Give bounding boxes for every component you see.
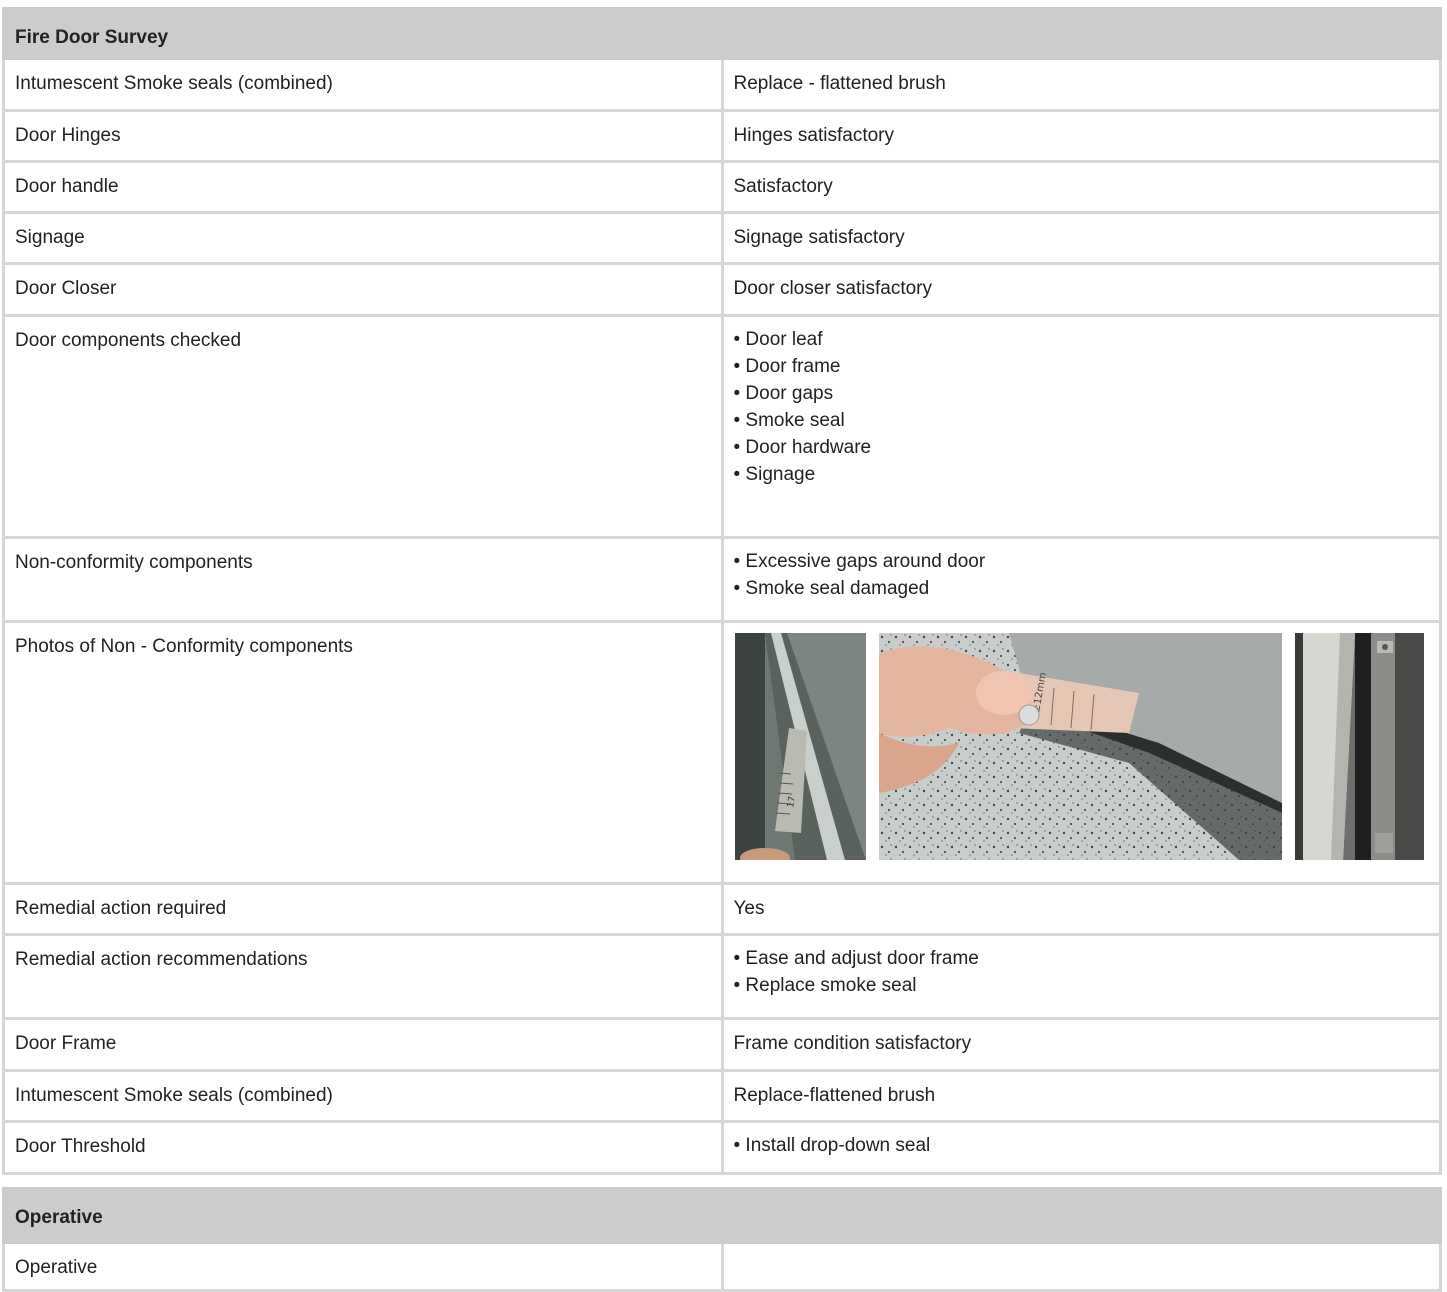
row-value: Door closer satisfactory — [720, 262, 1442, 317]
table-row: Door Frame Frame condition satisfactory — [2, 1017, 1442, 1072]
row-label: Intumescent Smoke seals (combined) — [2, 1069, 724, 1123]
table-row: Door components checked • Door leaf • Do… — [2, 314, 1442, 539]
row-label: Remedial action recommendations — [2, 933, 724, 1020]
fire-door-survey-table: Fire Door Survey Intumescent Smoke seals… — [2, 7, 1442, 1175]
list-item: • Smoke seal damaged — [733, 578, 930, 599]
table-row: Remedial action recommendations • Ease a… — [2, 933, 1442, 1020]
table-row: Door Hinges Hinges satisfactory — [2, 109, 1442, 163]
row-value: Satisfactory — [720, 160, 1442, 214]
row-value-list: • Ease and adjust door frame • Replace s… — [720, 933, 1442, 1020]
table-row: Intumescent Smoke seals (combined) Repla… — [2, 1069, 1442, 1123]
row-label: Operative — [2, 1241, 724, 1292]
row-label: Door handle — [2, 160, 724, 214]
list-item: • Install drop-down seal — [733, 1135, 931, 1156]
table-row: Non-conformity components • Excessive ga… — [2, 536, 1442, 623]
row-value: Hinges satisfactory — [720, 109, 1442, 163]
row-value: Replace-flattened brush — [720, 1069, 1442, 1123]
section-title: Operative — [2, 1187, 1442, 1244]
photos-cell: 17 ±12mm — [720, 620, 1442, 885]
row-value: Frame condition satisfactory — [720, 1017, 1442, 1072]
section-title: Fire Door Survey — [2, 7, 1442, 60]
table-row: Operative — [2, 1241, 1442, 1292]
table-row: Photos of Non - Conformity components 17… — [2, 620, 1442, 885]
table-row: Door Threshold • Install drop-down seal — [2, 1120, 1442, 1175]
row-label: Signage — [2, 211, 724, 265]
table-row: Remedial action required Yes — [2, 882, 1442, 936]
row-label: Door components checked — [2, 314, 724, 539]
row-value-list: • Excessive gaps around door • Smoke sea… — [720, 536, 1442, 623]
table-row: Door handle Satisfactory — [2, 160, 1442, 214]
table-row: Door Closer Door closer satisfactory — [2, 262, 1442, 317]
row-value — [720, 1241, 1442, 1292]
row-label: Non-conformity components — [2, 536, 724, 623]
row-label: Photos of Non - Conformity components — [2, 620, 724, 885]
list-item: • Replace smoke seal — [733, 975, 917, 996]
row-value: Yes — [720, 882, 1442, 936]
row-value: Replace - flattened brush — [720, 57, 1442, 112]
row-label: Intumescent Smoke seals (combined) — [2, 57, 724, 112]
ruler-text: 17 — [786, 796, 798, 809]
row-label: Door Closer — [2, 262, 724, 317]
row-label: Door Hinges — [2, 109, 724, 163]
operative-table: Operative Operative — [2, 1187, 1442, 1292]
row-value-list: • Door leaf • Door frame • Door gaps • S… — [720, 314, 1442, 539]
section-header: Fire Door Survey — [2, 7, 1442, 60]
section-header: Operative — [2, 1187, 1442, 1244]
photo-door-frame[interactable] — [1294, 633, 1424, 860]
table-row: Signage Signage satisfactory — [2, 211, 1442, 265]
photo-gallery: 17 ±12mm — [734, 633, 1430, 860]
row-value: Signage satisfactory — [720, 211, 1442, 265]
photo-door-gap-1[interactable]: 17 — [734, 633, 866, 860]
photo-door-gap-2[interactable]: ±12mm — [878, 633, 1282, 860]
row-value-list: • Install drop-down seal — [720, 1120, 1442, 1175]
row-label: Door Frame — [2, 1017, 724, 1072]
row-label: Door Threshold — [2, 1120, 724, 1175]
table-row: Intumescent Smoke seals (combined) Repla… — [2, 57, 1442, 112]
row-label: Remedial action required — [2, 882, 724, 936]
